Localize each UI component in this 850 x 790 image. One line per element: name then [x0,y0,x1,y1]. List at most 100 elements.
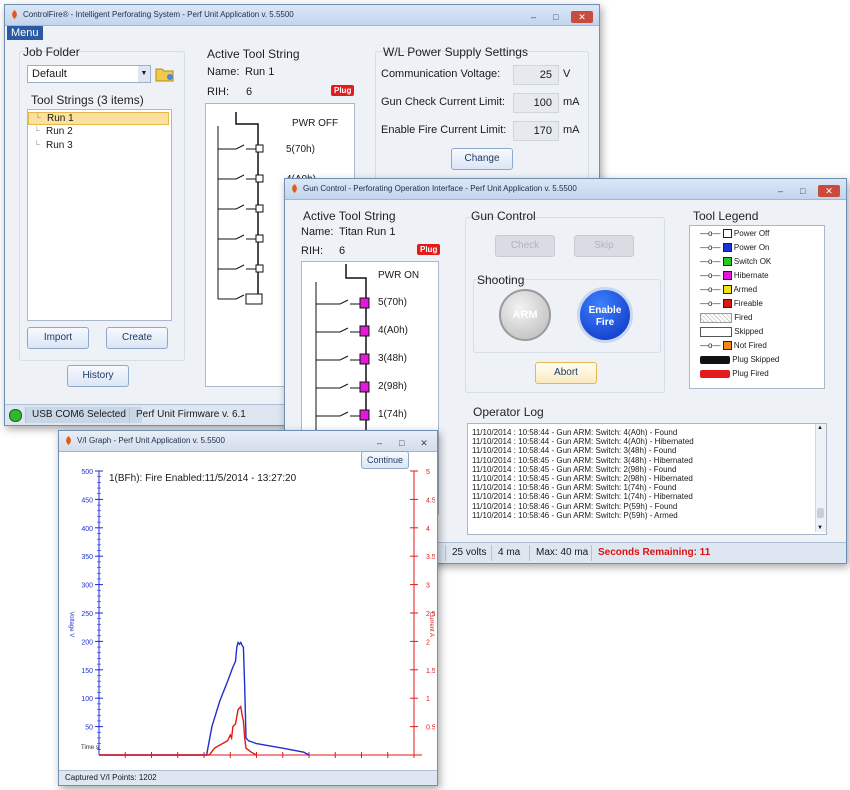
y2-tick-label: 4.5 [426,497,435,504]
gun-check-unit: mA [563,96,580,108]
enable-fire-field[interactable]: 170 [513,121,559,141]
legend-item: —o— Power On [700,243,770,253]
close-icon[interactable]: ✕ [818,185,840,197]
switch-fireable-icon: —o— [700,299,721,308]
legend-swatch [722,341,732,351]
arm-button[interactable]: ARM [499,289,551,341]
gun-power-status: PWR ON [378,270,420,281]
main-rih-value: 6 [246,86,253,98]
firmware-status: Perf Unit Firmware v. 6.1 [129,407,252,423]
legend-swatch [722,243,732,253]
y2-tick-label: 0.5 [426,725,435,732]
create-button[interactable]: Create [106,327,168,349]
close-icon[interactable]: ✕ [571,11,593,23]
menu-button[interactable]: Menu [7,26,43,40]
gun-titlebar[interactable]: Gun Control - Perforating Operation Inte… [285,179,846,200]
y2-tick-label: 3.5 [426,554,435,561]
scroll-thumb[interactable] [817,508,824,518]
operator-log[interactable]: 11/10/2014 : 10:58:44 - Gun ARM: Switch:… [467,423,827,535]
legend-item: —o— Hibernate [700,271,769,281]
gun-control-label: Gun Control [471,209,536,223]
legend-item: —o— Switch OK [700,257,772,267]
y-tick-label: 50 [85,725,93,732]
log-scrollbar[interactable]: ▲ ▼ [815,424,826,532]
y-tick-label: 100 [81,696,93,703]
maximize-icon[interactable]: □ [395,437,409,449]
abort-button[interactable]: Abort [535,362,597,384]
main-active-tool-label: Active Tool String [207,47,300,61]
main-switch-rows [218,144,264,305]
check-button[interactable]: Check [495,235,555,257]
gun-switch-label: 5(70h) [378,297,407,308]
power-supply-label: W/L Power Supply Settings [383,45,528,59]
log-line: 11/10/2014 : 10:58:45 - Gun ARM: Switch:… [472,464,677,474]
scroll-up-icon[interactable]: ▲ [817,425,823,431]
close-icon[interactable]: ✕ [417,437,431,449]
usb-status: USB COM6 Selected [25,407,142,423]
captured-points: Captured V/I Points: 1202 [65,773,157,782]
y2-tick-label: 5 [426,469,430,476]
enable-fire-button[interactable]: Enable Fire [577,287,633,343]
main-power-status: PWR OFF [292,118,339,129]
switch-armed-icon: —o— [700,285,721,294]
chevron-down-icon[interactable]: ▼ [138,66,150,82]
tool-strings-list[interactable]: └ Run 1 └ Run 2 └ Run 3 [27,109,172,321]
switch-not-fired-icon: —o— [700,341,721,350]
legend-swatch [722,285,732,295]
y-tick-label: 300 [81,583,93,590]
switch-hibernate-icon: —o— [700,271,721,280]
log-line: 11/10/2014 : 10:58:46 - Gun ARM: Switch:… [472,483,677,493]
tree-line-icon: └ [35,113,41,122]
x-axis-label: Time s [81,745,99,751]
minimize-icon[interactable]: – [527,11,541,23]
plug-fired-icon [700,369,730,378]
minimize-icon[interactable]: – [774,185,788,197]
list-item[interactable]: └ Run 1 [28,112,169,125]
change-button[interactable]: Change [451,148,513,170]
scroll-down-icon[interactable]: ▼ [817,525,823,531]
switch-power-on-icon: —o— [700,243,721,252]
maximize-icon[interactable]: □ [796,185,810,197]
graph-statusbar: Captured V/I Points: 1202 [59,770,437,785]
history-button[interactable]: History [67,365,129,387]
list-item[interactable]: └ Run 3 [28,140,169,153]
skipped-box-icon [700,327,732,337]
gun-rih-label: RIH: [301,245,323,257]
log-line: 11/10/2014 : 10:58:46 - Gun ARM: Switch:… [472,492,693,502]
legend-item: Plug Skipped [700,355,779,364]
minimize-icon[interactable]: – [373,437,387,449]
max-status: Max: 40 ma [529,545,594,561]
gun-switch-label: 4(A0h) [378,325,409,336]
app-flame-icon [12,10,17,19]
job-folder-select[interactable]: Default ▼ [27,65,151,83]
y2-axis-label: Current A [428,612,434,637]
enable-fire-label-2: Fire [595,317,615,328]
import-button[interactable]: Import [27,327,89,349]
main-titlebar[interactable]: ControlFire® - Intelligent Perforating S… [5,5,599,26]
main-switch-label: 5(70h) [286,144,315,155]
main-title: ControlFire® - Intelligent Perforating S… [23,10,294,19]
y-tick-label: 400 [81,526,93,533]
seconds-remaining: Seconds Remaining: 11 [591,545,716,561]
gun-check-label: Gun Check Current Limit: [381,96,506,108]
gun-plug-badge: Plug [417,244,441,255]
main-plug-badge: Plug [331,85,355,96]
legend-item: Skipped [700,327,763,337]
volts-status: 25 volts [445,545,492,561]
gun-name-value: Titan Run 1 [339,226,396,238]
operator-log-lines: 11/10/2014 : 10:58:44 - Gun ARM: Switch:… [472,428,694,520]
plug-skipped-icon [700,355,730,364]
y-tick-label: 150 [81,668,93,675]
folder-icon[interactable] [155,65,175,83]
tool-legend: —o— Power Off —o— Power On —o— Switch OK… [689,225,825,389]
gun-check-field[interactable]: 100 [513,93,559,113]
graph-titlebar[interactable]: V/I Graph - Perf Unit Application v. 5.5… [59,431,437,452]
list-item[interactable]: └ Run 2 [28,126,169,139]
gun-switch-label: 3(48h) [378,353,407,364]
y-tick-label: 350 [81,554,93,561]
tree-line-icon: └ [34,140,40,149]
maximize-icon[interactable]: □ [549,11,563,23]
log-line: 11/10/2014 : 10:58:44 - Gun ARM: Switch:… [472,446,677,456]
skip-button[interactable]: Skip [574,235,634,257]
comm-voltage-field[interactable]: 25 [513,65,559,85]
